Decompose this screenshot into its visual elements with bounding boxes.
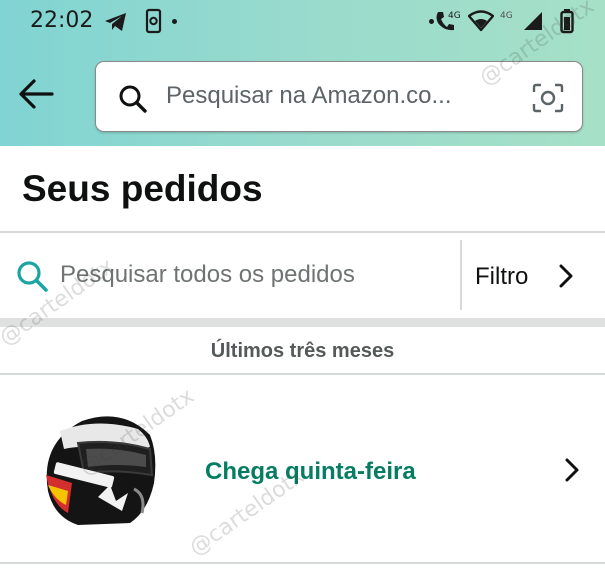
orders-search-input[interactable]: Pesquisar todos os pedidos [0, 233, 460, 317]
page-title: Seus pedidos [22, 168, 263, 209]
notification-dot [172, 19, 177, 24]
back-button[interactable] [16, 76, 58, 114]
battery-icon [560, 8, 574, 39]
amazon-search-field[interactable]: Pesquisar na Amazon.co... [95, 61, 583, 132]
status-time: 22:02 [30, 8, 94, 33]
search-icon [15, 259, 49, 298]
motorcycle-helmet-image [38, 413, 160, 536]
order-item[interactable]: Chega quinta-feira [0, 375, 605, 562]
app-header: 22:02 4G 4G Pesquisar na Amazon.co... [0, 0, 605, 146]
network-type-label: 4G [448, 11, 461, 21]
filter-label: Filtro [475, 263, 529, 290]
telegram-icon [104, 11, 128, 38]
divider [0, 562, 605, 564]
status-bar: 22:02 4G 4G [0, 0, 605, 46]
orders-search-placeholder[interactable]: Pesquisar todos os pedidos [60, 261, 355, 289]
search-icon [118, 84, 148, 119]
camera-scan-icon[interactable] [532, 83, 564, 118]
period-label: Últimos três meses [210, 340, 395, 362]
signal-icon [522, 10, 544, 37]
phone-screen-icon [144, 8, 164, 39]
chevron-right-icon [557, 263, 575, 294]
delivery-status: Chega quinta-feira [205, 458, 416, 485]
chevron-right-icon [563, 457, 581, 488]
arrow-left-icon [16, 79, 56, 116]
section-band [0, 318, 605, 327]
network-type-label-2: 4G [500, 11, 513, 21]
wifi-icon [467, 10, 495, 37]
search-placeholder[interactable]: Pesquisar na Amazon.co... [166, 82, 496, 110]
filter-button[interactable]: Filtro [462, 233, 605, 317]
